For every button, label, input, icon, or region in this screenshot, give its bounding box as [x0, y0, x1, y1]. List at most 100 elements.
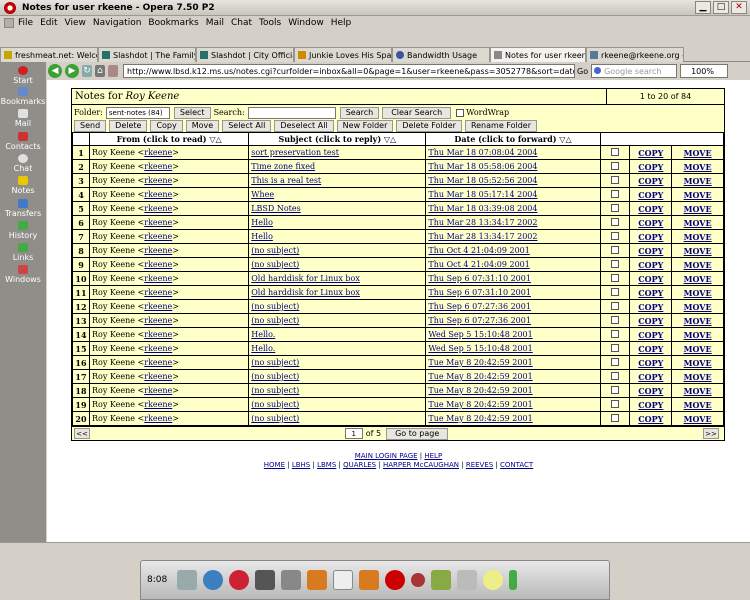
move-link[interactable]: MOVE: [684, 330, 712, 340]
move-link[interactable]: MOVE: [684, 232, 712, 242]
move-link[interactable]: MOVE: [684, 414, 712, 424]
copy-button[interactable]: Copy: [150, 119, 183, 132]
subject-link[interactable]: This is a real test: [251, 176, 321, 185]
row-checkbox[interactable]: [611, 203, 620, 212]
folder-select[interactable]: sent-notes (84): [105, 106, 170, 119]
row-checkbox[interactable]: [611, 175, 620, 184]
panel-bookmarks[interactable]: Bookmarks: [0, 87, 46, 106]
address-field[interactable]: http://www.lbsd.k12.ms.us/notes.cgi?curf…: [123, 64, 575, 78]
copy-link[interactable]: COPY: [638, 330, 663, 340]
opera-icon[interactable]: [385, 570, 406, 590]
move-link[interactable]: MOVE: [684, 344, 712, 354]
drum-icon[interactable]: [229, 570, 250, 590]
from-user-link[interactable]: rkeene: [144, 386, 172, 395]
select-button[interactable]: Select: [173, 106, 211, 119]
copy-link[interactable]: COPY: [638, 176, 663, 186]
search-button[interactable]: Search: [339, 106, 380, 119]
copy-link[interactable]: COPY: [638, 288, 663, 298]
row-checkbox[interactable]: [611, 371, 620, 380]
bulb-icon[interactable]: [483, 570, 504, 590]
subject-link[interactable]: Time zone fixed: [251, 162, 315, 171]
from-user-link[interactable]: rkeene: [144, 330, 172, 339]
copy-link[interactable]: COPY: [638, 274, 663, 284]
subject-link[interactable]: Old harddisk for Linux box: [251, 288, 360, 297]
copy-link[interactable]: COPY: [638, 190, 663, 200]
from-user-link[interactable]: rkeene: [144, 176, 172, 185]
menu-help[interactable]: Help: [331, 18, 352, 28]
panel-contacts[interactable]: Contacts: [0, 132, 46, 151]
from-user-link[interactable]: rkeene: [144, 218, 172, 227]
subject-link[interactable]: (no subject): [251, 316, 299, 325]
date-link[interactable]: Thu Mar 18 05:58:06 2004: [428, 162, 537, 171]
delete-button[interactable]: Delete: [109, 119, 148, 132]
copy-link[interactable]: COPY: [638, 204, 663, 214]
panel-notes[interactable]: Notes: [0, 176, 46, 195]
rename-folder-button[interactable]: Rename Folder: [464, 119, 538, 132]
subject-link[interactable]: (no subject): [251, 358, 299, 367]
google-search-input[interactable]: Google search: [591, 64, 678, 78]
date-link[interactable]: Tue May 8 20:42:59 2001: [428, 372, 532, 381]
wordwrap-checkbox[interactable]: [456, 108, 465, 117]
date-link[interactable]: Thu Sep 6 07:27:36 2001: [428, 316, 531, 325]
files-icon[interactable]: [177, 570, 198, 590]
panel-mail[interactable]: Mail: [0, 109, 46, 128]
page-menu-icon[interactable]: [4, 18, 14, 28]
from-header[interactable]: From (click to read) ▽△: [88, 132, 250, 146]
from-user-link[interactable]: rkeene: [144, 358, 172, 367]
date-link[interactable]: Thu Oct 4 21:04:09 2001: [428, 246, 529, 255]
prev-page-button[interactable]: <<: [74, 428, 90, 439]
main-login-link[interactable]: MAIN LOGIN PAGE: [355, 452, 418, 460]
copy-link[interactable]: COPY: [638, 148, 663, 158]
tab-freshmeat[interactable]: freshmeat.net: Welcome...: [0, 47, 98, 62]
go-to-page-button[interactable]: Go to page: [386, 427, 449, 440]
move-link[interactable]: MOVE: [684, 400, 712, 410]
package-icon[interactable]: [307, 570, 328, 590]
new-folder-button[interactable]: New Folder: [336, 119, 394, 132]
copy-link[interactable]: COPY: [638, 386, 663, 396]
row-checkbox[interactable]: [611, 385, 620, 394]
reload-icon[interactable]: ↻: [82, 65, 92, 77]
menu-file[interactable]: File: [18, 18, 33, 28]
copy-link[interactable]: COPY: [638, 302, 663, 312]
menu-chat[interactable]: Chat: [231, 18, 252, 28]
copy-link[interactable]: COPY: [638, 372, 663, 382]
back-arrow-icon[interactable]: ◀: [48, 64, 62, 78]
subject-link[interactable]: Hello: [251, 232, 273, 241]
date-link[interactable]: Thu Mar 18 05:52:56 2004: [428, 176, 537, 185]
row-checkbox[interactable]: [611, 161, 620, 170]
subject-link[interactable]: sort preservation test: [251, 148, 339, 157]
copy-link[interactable]: COPY: [638, 260, 663, 270]
copy-link[interactable]: COPY: [638, 218, 663, 228]
date-link[interactable]: Thu Mar 18 05:17:14 2004: [428, 190, 537, 199]
subject-link[interactable]: (no subject): [251, 372, 299, 381]
move-link[interactable]: MOVE: [684, 190, 712, 200]
panel-transfers[interactable]: Transfers: [0, 199, 46, 218]
close-button[interactable]: ✕: [731, 1, 747, 14]
tools-icon[interactable]: [281, 570, 302, 590]
from-user-link[interactable]: rkeene: [144, 232, 172, 241]
move-button[interactable]: Move: [185, 119, 220, 132]
contact-link[interactable]: CONTACT: [500, 461, 533, 469]
select-all-button[interactable]: Select All: [222, 119, 272, 132]
menu-mail[interactable]: Mail: [206, 18, 224, 28]
tab-rkeene-org[interactable]: rkeene@rkeene.org - 1...: [586, 47, 684, 62]
menu-tools[interactable]: Tools: [259, 18, 281, 28]
from-user-link[interactable]: rkeene: [144, 400, 172, 409]
from-user-link[interactable]: rkeene: [144, 344, 172, 353]
tab-junkie[interactable]: Junkie Loves His Spam: [294, 47, 392, 62]
minimize-button[interactable]: ▁: [695, 1, 711, 14]
panel-start[interactable]: Start: [0, 66, 46, 85]
move-link[interactable]: MOVE: [684, 246, 712, 256]
date-link[interactable]: Tue May 8 20:42:59 2001: [428, 386, 532, 395]
subject-link[interactable]: Hello.: [251, 330, 275, 339]
date-link[interactable]: Tue May 8 20:42:59 2001: [428, 414, 532, 423]
globe-icon[interactable]: [203, 570, 224, 590]
row-checkbox[interactable]: [611, 245, 620, 254]
subject-link[interactable]: Hello.: [251, 344, 275, 353]
subject-link[interactable]: Old harddisk for Linux box: [251, 274, 360, 283]
from-user-link[interactable]: rkeene: [144, 246, 172, 255]
row-checkbox[interactable]: [611, 189, 620, 198]
lbms-link[interactable]: LBMS: [317, 461, 336, 469]
date-link[interactable]: Wed Sep 5 15:10:48 2001: [428, 344, 532, 353]
menu-navigation[interactable]: Navigation: [93, 18, 142, 28]
